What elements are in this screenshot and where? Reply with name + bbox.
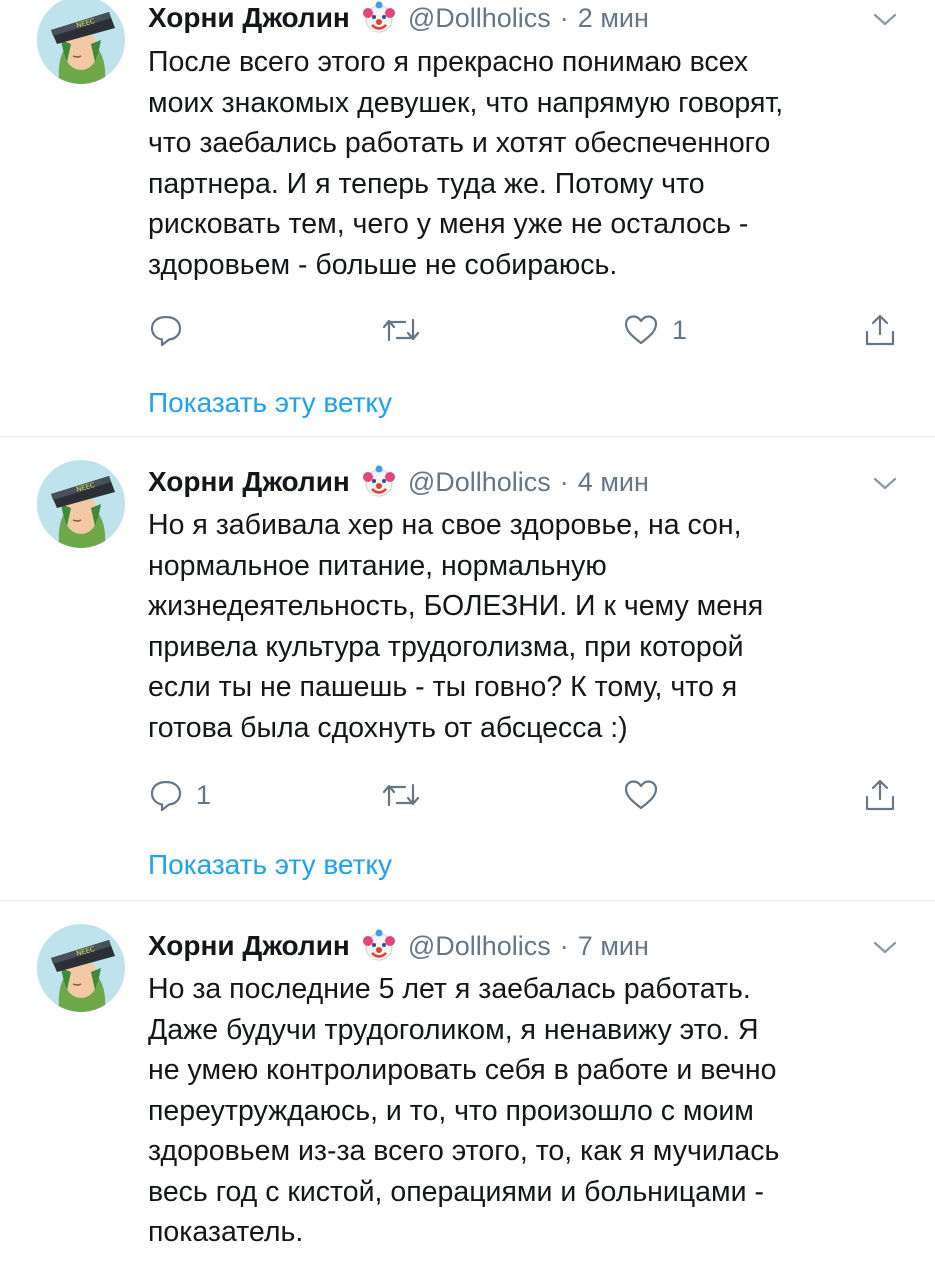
reply-icon bbox=[150, 315, 182, 347]
chevron-down-icon[interactable] bbox=[870, 10, 900, 30]
tweet-header: Хорни Джолин @Dollholics · 2 мин bbox=[148, 0, 649, 36]
show-thread-link[interactable]: Показать эту ветку bbox=[148, 387, 392, 419]
share-icon bbox=[865, 779, 895, 811]
tweet-2[interactable]: NEEC Хорни Джолин @Dollholics · 4 мин Но… bbox=[0, 437, 935, 900]
heart-icon bbox=[624, 315, 658, 345]
clown-face-icon bbox=[362, 1, 395, 33]
tweet-actions: 1 bbox=[148, 775, 908, 815]
tweet-time[interactable]: 4 мин bbox=[578, 467, 649, 498]
avatar-image: NEEC bbox=[37, 0, 125, 84]
tweet-header: Хорни Джолин @Dollholics · 7 мин bbox=[148, 928, 649, 964]
heart-icon bbox=[624, 780, 658, 810]
share-button[interactable] bbox=[862, 775, 898, 815]
tweet-text: После всего этого я прекрасно понимаю вс… bbox=[148, 46, 784, 281]
avatar-image: NEEC bbox=[37, 460, 125, 548]
author-handle[interactable]: @Dollholics bbox=[408, 3, 551, 34]
retweet-button[interactable] bbox=[381, 310, 433, 350]
tweet-text: Но за последние 5 лет я заебалась работа… bbox=[148, 973, 780, 1248]
like-button[interactable] bbox=[622, 775, 672, 815]
retweet-button[interactable] bbox=[381, 775, 433, 815]
tweet-text: Но я забивала хер на свое здоровье, на с… bbox=[148, 509, 764, 744]
avatar[interactable]: NEEC bbox=[37, 460, 125, 548]
author-handle[interactable]: @Dollholics bbox=[408, 931, 551, 962]
share-button[interactable] bbox=[862, 310, 898, 350]
clown-face-icon bbox=[362, 465, 395, 497]
avatar[interactable]: NEEC bbox=[37, 924, 125, 1012]
reply-button[interactable]: 1 bbox=[148, 775, 211, 815]
like-count: 1 bbox=[672, 314, 688, 345]
author-name[interactable]: Хорни Джолин bbox=[148, 930, 350, 962]
like-button[interactable]: 1 bbox=[622, 310, 687, 350]
reply-count: 1 bbox=[196, 779, 212, 810]
chevron-down-icon[interactable] bbox=[870, 474, 900, 494]
author-handle[interactable]: @Dollholics bbox=[408, 467, 551, 498]
retweet-icon bbox=[382, 783, 420, 807]
chevron-down-icon[interactable] bbox=[870, 938, 900, 958]
author-name[interactable]: Хорни Джолин bbox=[148, 2, 350, 34]
tweet-3[interactable]: NEEC Хорни Джолин @Dollholics · 7 мин Но… bbox=[0, 901, 935, 1280]
retweet-icon bbox=[382, 318, 420, 342]
tweet-actions: 1 bbox=[148, 310, 908, 350]
author-name[interactable]: Хорни Джолин bbox=[148, 466, 350, 498]
tweet-header: Хорни Джолин @Dollholics · 4 мин bbox=[148, 464, 649, 500]
show-thread-link[interactable]: Показать эту ветку bbox=[148, 849, 392, 881]
meta-separator: · bbox=[559, 2, 569, 33]
reply-button[interactable] bbox=[148, 310, 196, 350]
meta-separator: · bbox=[559, 466, 569, 497]
avatar-image: NEEC bbox=[37, 924, 125, 1012]
avatar[interactable]: NEEC bbox=[37, 0, 125, 84]
reply-icon bbox=[150, 780, 182, 812]
clown-face-icon bbox=[362, 929, 395, 961]
tweet-1[interactable]: NEEC Хорни Джолин @Dollholics · 2 мин По… bbox=[0, 0, 935, 435]
meta-separator: · bbox=[559, 930, 569, 961]
share-icon bbox=[865, 314, 895, 346]
tweet-time[interactable]: 7 мин bbox=[578, 931, 649, 962]
tweet-time[interactable]: 2 мин bbox=[578, 3, 649, 34]
